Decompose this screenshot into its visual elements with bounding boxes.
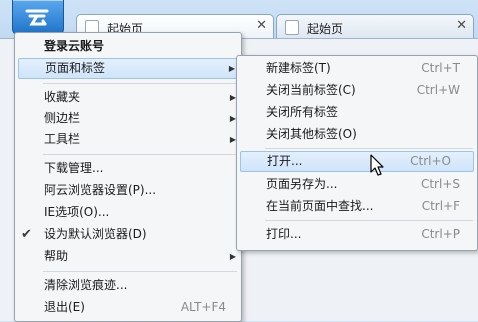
menu-item-label: 收藏夹: [44, 90, 81, 104]
menu-separator: [43, 271, 237, 272]
submenu-arrow-icon: ▶: [229, 252, 236, 261]
menu-item-label: IE选项(O)...: [44, 205, 110, 219]
menu-item-label: 登录云账号: [44, 39, 105, 53]
menu-item-label: 关闭其他标签(O): [266, 127, 357, 141]
menu-item-pages-tabs[interactable]: 页面和标签 ▶: [18, 58, 238, 79]
menu-item-label: 页面和标签: [45, 61, 106, 75]
menu-item-new-tab[interactable]: 新建标签(T) Ctrl+T: [240, 58, 474, 79]
menu-item-browser-settings[interactable]: 阿云浏览器设置(P)...: [18, 180, 238, 201]
menu-item-help[interactable]: 帮助 ▶: [18, 246, 238, 267]
menu-item-label: 页面另存为...: [266, 177, 338, 191]
close-tab-icon[interactable]: ✕: [456, 18, 467, 33]
menu-separator: [265, 148, 473, 149]
menu-item-close-current-tab[interactable]: 关闭当前标签(C) Ctrl+W: [240, 80, 474, 101]
menu-item-save-page-as[interactable]: 页面另存为... Ctrl+S: [240, 174, 474, 195]
menu-item-find-in-page[interactable]: 在当前页面中查找... Ctrl+F: [240, 196, 474, 217]
menu-item-close-other-tabs[interactable]: 关闭其他标签(O): [240, 124, 474, 145]
menu-item-label: 帮助: [44, 249, 69, 263]
checkmark-icon: ✔: [21, 227, 32, 242]
shortcut-label: Ctrl+F: [421, 199, 460, 213]
shortcut-label: Ctrl+O: [410, 154, 451, 168]
menu-item-label: 在当前页面中查找...: [266, 199, 374, 213]
tab-start-page-2[interactable]: 起始页 ✕: [276, 14, 474, 39]
menu-item-label: 退出(E): [44, 300, 85, 314]
menu-item-sidebar[interactable]: 侧边栏 ▶: [18, 108, 238, 129]
menu-item-favorites[interactable]: 收藏夹 ▶: [18, 87, 238, 108]
menu-item-ie-options[interactable]: IE选项(O)...: [18, 202, 238, 223]
menu-item-label: 打开...: [267, 154, 303, 168]
shortcut-label: Ctrl+W: [416, 83, 460, 97]
shortcut-label: Ctrl+S: [420, 177, 460, 191]
page-icon: [285, 20, 299, 35]
menu-item-label: 关闭所有标签: [266, 105, 339, 119]
menu-item-clear-history[interactable]: 清除浏览痕迹...: [18, 275, 238, 296]
shortcut-label: ALT+F4: [180, 300, 226, 314]
shortcut-label: Ctrl+T: [421, 61, 460, 75]
menu-item-label: 下载管理...: [44, 161, 104, 175]
menu-item-label: 清除浏览痕迹...: [44, 278, 128, 292]
menu-item-exit[interactable]: 退出(E) ALT+F4: [18, 297, 238, 318]
mouse-cursor-icon: [370, 154, 384, 176]
menu-item-label: 侧边栏: [44, 111, 81, 125]
close-tab-icon[interactable]: ✕: [256, 18, 267, 33]
submenu-arrow-icon: ▶: [228, 64, 235, 73]
tab-title: 起始页: [307, 22, 344, 36]
main-menu: 登录云账号 页面和标签 ▶ 收藏夹 ▶ 侧边栏 ▶ 工具栏 ▶ 下载管理... …: [14, 32, 242, 322]
menu-item-label: 新建标签(T): [266, 61, 331, 75]
menu-item-set-default-browser[interactable]: ✔ 设为默认浏览器(D): [18, 224, 238, 245]
menu-item-label: 打印...: [266, 227, 302, 241]
menu-item-downloads[interactable]: 下载管理...: [18, 158, 238, 179]
menu-item-close-all-tabs[interactable]: 关闭所有标签: [240, 102, 474, 123]
menu-item-label: 工具栏: [44, 132, 81, 146]
pages-tabs-submenu: 新建标签(T) Ctrl+T 关闭当前标签(C) Ctrl+W 关闭所有标签 关…: [236, 55, 478, 251]
app-logo-button[interactable]: [12, 0, 64, 35]
menu-item-label: 关闭当前标签(C): [266, 83, 356, 97]
menu-item-label: 阿云浏览器设置(P)...: [44, 183, 157, 197]
menu-item-toolbar[interactable]: 工具栏 ▶: [18, 129, 238, 150]
cloud-logo-icon: [25, 9, 49, 26]
menu-separator: [43, 154, 237, 155]
menu-item-print[interactable]: 打印... Ctrl+P: [240, 224, 474, 245]
shortcut-label: Ctrl+P: [421, 227, 460, 241]
menu-item-label: 设为默认浏览器(D): [44, 227, 147, 241]
menu-separator: [265, 220, 473, 221]
menu-item-open[interactable]: 打开... Ctrl+O: [240, 151, 474, 172]
menu-item-login[interactable]: 登录云账号: [18, 36, 238, 57]
menu-separator: [43, 83, 237, 84]
